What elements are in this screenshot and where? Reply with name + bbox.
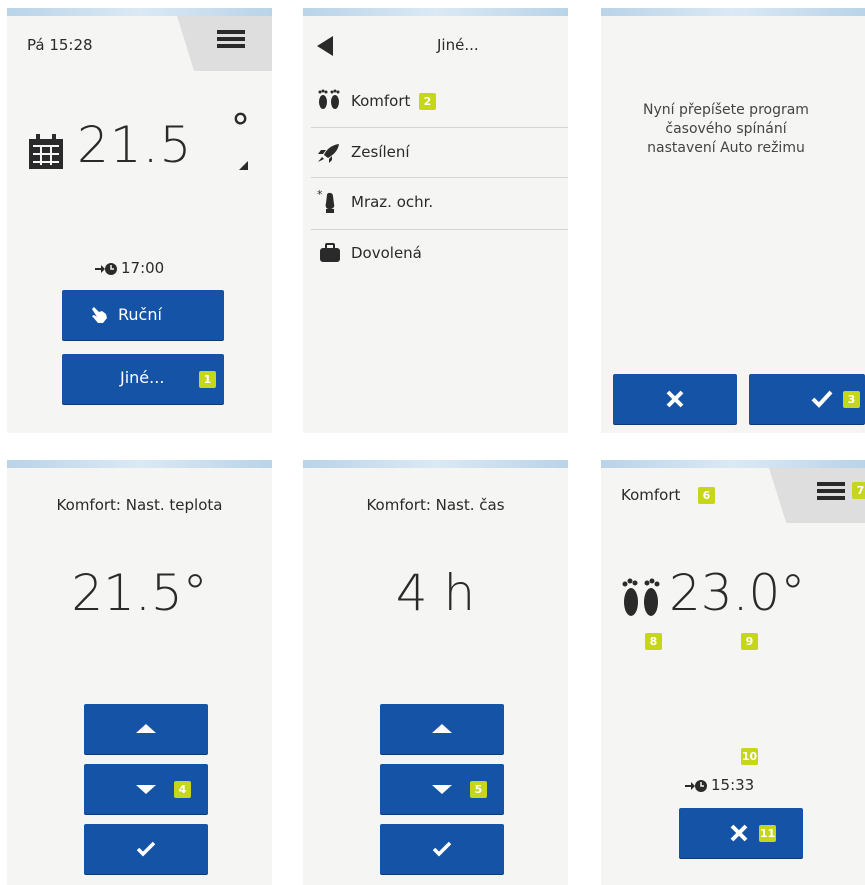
- top-bar: [601, 460, 865, 468]
- callout-badge: 4: [174, 781, 191, 798]
- confirm-button[interactable]: [380, 824, 504, 874]
- mode-title: Komfort: [621, 486, 681, 504]
- next-switch-icon: [95, 261, 117, 280]
- confirm-button[interactable]: 3: [749, 374, 865, 424]
- temperature-unit: °: [231, 106, 250, 150]
- confirm-message-line2: časového spínání: [665, 121, 787, 137]
- increase-button[interactable]: [380, 704, 504, 754]
- menu-icon[interactable]: [217, 30, 245, 48]
- rocket-icon: [318, 144, 339, 163]
- svg-text:*: *: [317, 189, 323, 201]
- calendar-icon: [27, 133, 65, 175]
- arrow-up-icon: [136, 724, 156, 733]
- top-bar: [303, 460, 568, 468]
- top-bar: [601, 8, 865, 16]
- list-item-frost[interactable]: * Mraz. ochr.: [303, 183, 568, 225]
- back-icon[interactable]: [317, 36, 333, 56]
- confirm-button[interactable]: [84, 824, 208, 874]
- screen-comfort-active: Komfort 6 7 23.0° 8 9 10 15:33 11: [601, 460, 865, 885]
- list-item-label: Zesílení: [351, 143, 410, 161]
- callout-badge: 11: [759, 825, 776, 842]
- menu-title: Jiné...: [437, 36, 479, 54]
- checkmark-icon: [811, 390, 833, 408]
- divider: [311, 127, 568, 128]
- checkmark-icon: [432, 841, 452, 857]
- list-item-holiday[interactable]: Dovolená: [303, 235, 568, 277]
- callout-badge: 10: [741, 748, 758, 765]
- callout-badge: 2: [419, 93, 436, 110]
- duration-value: 4 h: [395, 564, 476, 622]
- clock-label: Pá 15:28: [27, 36, 93, 54]
- callout-badge: 6: [698, 487, 715, 504]
- screen-other-menu: Jiné... Komfort 2 Zesílení * Mraz. ochr.: [303, 8, 568, 433]
- cancel-button[interactable]: [613, 374, 737, 424]
- callout-badge: 7: [852, 482, 865, 499]
- screen-home: Pá 15:28 21.5 ° 17:00 Ruční Jiné... 1: [7, 8, 272, 433]
- feet-icon: [622, 578, 660, 616]
- setpoint-temperature: 21.5°: [71, 564, 208, 622]
- screen-comfort-temp: Komfort: Nast. teplota 21.5° 4: [7, 460, 272, 885]
- increase-button[interactable]: [84, 704, 208, 754]
- confirm-message-line1: Nyní přepíšete program: [643, 102, 809, 118]
- decrease-button[interactable]: 4: [84, 764, 208, 814]
- list-item-label: Dovolená: [351, 244, 422, 262]
- feet-icon: [318, 89, 340, 109]
- callout-badge: 8: [645, 633, 662, 650]
- list-item-boost[interactable]: Zesílení: [303, 133, 568, 175]
- cancel-button[interactable]: 11: [679, 808, 803, 858]
- next-switch-time: 15:33: [711, 776, 755, 794]
- manual-button[interactable]: Ruční: [62, 290, 224, 340]
- screen-title: Komfort: Nast. čas: [366, 496, 505, 514]
- screen-title: Komfort: Nast. teplota: [56, 496, 223, 514]
- top-bar: [7, 460, 272, 468]
- snowflake-glove-icon: *: [317, 189, 335, 213]
- other-button[interactable]: Jiné... 1: [62, 354, 224, 404]
- top-bar: [303, 8, 568, 16]
- hand-icon: [92, 307, 107, 323]
- screen-comfort-time: Komfort: Nast. čas 4 h 5: [303, 460, 568, 885]
- other-button-label: Jiné...: [120, 368, 165, 387]
- close-icon: [666, 390, 684, 408]
- decrease-button[interactable]: 5: [380, 764, 504, 814]
- confirm-message-line3: nastavení Auto režimu: [647, 140, 805, 156]
- arrow-down-icon: [136, 785, 156, 794]
- close-icon: [730, 824, 748, 842]
- list-item-label: Komfort: [351, 92, 411, 110]
- callout-badge: 3: [843, 391, 860, 408]
- suitcase-icon: [320, 243, 340, 262]
- list-item-label: Mraz. ochr.: [351, 193, 434, 211]
- current-temperature: 21.5: [77, 116, 193, 174]
- divider: [311, 177, 568, 178]
- arrow-up-icon: [432, 724, 452, 733]
- callout-badge: 9: [741, 633, 758, 650]
- top-bar: [7, 8, 272, 16]
- resize-corner-icon: [239, 161, 248, 170]
- current-temperature: 23.0°: [669, 564, 806, 622]
- callout-badge: 5: [470, 781, 487, 798]
- arrow-down-icon: [432, 785, 452, 794]
- manual-button-label: Ruční: [118, 305, 162, 324]
- next-switch-time: 17:00: [121, 259, 165, 277]
- list-item-comfort[interactable]: Komfort 2: [303, 83, 568, 125]
- menu-icon[interactable]: [817, 482, 845, 500]
- screen-confirm-override: Nyní přepíšete program časového spínání …: [601, 8, 865, 433]
- next-switch-icon: [685, 778, 707, 797]
- divider: [311, 229, 568, 230]
- callout-badge: 1: [199, 371, 216, 388]
- checkmark-icon: [136, 841, 156, 857]
